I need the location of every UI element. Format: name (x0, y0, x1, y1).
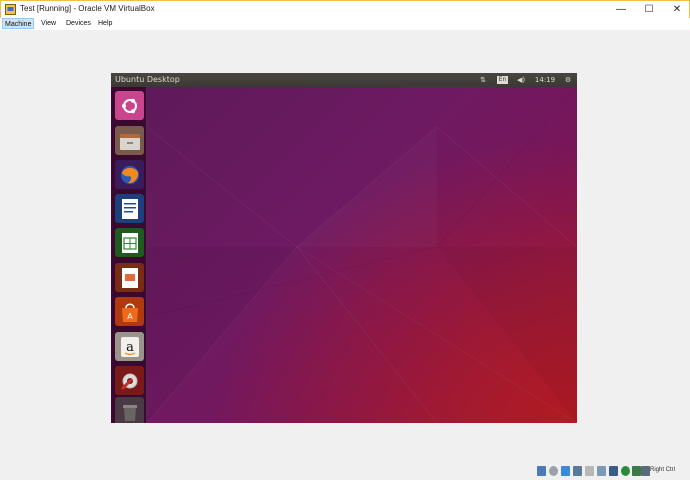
audio-icon[interactable] (561, 466, 570, 476)
optical-drive-icon[interactable] (549, 466, 558, 476)
network-indicator-icon[interactable]: ⇅ (477, 75, 489, 85)
files-icon (119, 133, 140, 150)
system-settings-launcher[interactable] (115, 366, 144, 395)
unity-launcher: A a (111, 87, 147, 423)
keyboard-indicator[interactable]: En (497, 76, 508, 84)
software-center-launcher[interactable]: A (115, 297, 144, 326)
display-icon[interactable] (609, 466, 618, 476)
calc-icon (121, 232, 138, 253)
panel-title: Ubuntu Desktop (115, 75, 180, 84)
svg-text:A: A (127, 312, 133, 321)
trash-icon (122, 404, 137, 421)
wallpaper-pattern (147, 87, 577, 423)
window-titlebar: Test [Running] - Oracle VM VirtualBox — … (0, 0, 690, 18)
ubuntu-logo-icon (121, 98, 137, 113)
desktop-wallpaper (147, 87, 577, 423)
system-settings-icon (120, 373, 137, 390)
mouse-integration-icon[interactable] (641, 466, 650, 476)
window-title: Test [Running] - Oracle VM VirtualBox (20, 4, 155, 13)
writer-icon (121, 198, 138, 219)
impress-icon (121, 267, 138, 288)
host-key-label: Right Ctrl (650, 467, 676, 473)
amazon-icon: a (120, 336, 139, 357)
impress-launcher[interactable] (115, 263, 144, 292)
menu-bar: Machine View Devices Help (0, 18, 690, 30)
session-menu-icon[interactable]: ⚙ (562, 75, 574, 85)
guest-screen[interactable]: Ubuntu Desktop ⇅ En ◀) 14:19 ⚙ A a (111, 73, 577, 423)
amazon-launcher[interactable]: a (115, 332, 144, 361)
clock[interactable]: 14:19 (533, 75, 557, 85)
files-launcher[interactable] (115, 126, 144, 155)
trash-launcher[interactable] (115, 397, 144, 423)
hard-disk-icon[interactable] (537, 466, 546, 476)
maximize-button[interactable]: ☐ (635, 1, 663, 18)
software-center-icon: A (121, 303, 138, 322)
status-bar: Right Ctrl (0, 462, 690, 480)
minimize-button[interactable]: — (607, 1, 635, 18)
firefox-icon (120, 165, 139, 184)
virtualbox-icon (5, 4, 16, 15)
menu-view[interactable]: View (39, 18, 58, 29)
menu-machine[interactable]: Machine (2, 18, 35, 29)
menu-help[interactable]: Help (96, 18, 114, 29)
usb-icon[interactable] (585, 466, 594, 476)
shared-folder-icon[interactable] (597, 466, 606, 476)
ubuntu-top-panel: Ubuntu Desktop ⇅ En ◀) 14:19 ⚙ (111, 73, 577, 87)
firefox-launcher[interactable] (115, 160, 144, 189)
dash-home-button[interactable] (115, 91, 144, 120)
writer-launcher[interactable] (115, 194, 144, 223)
close-button[interactable]: ✕ (663, 1, 690, 18)
menu-devices[interactable]: Devices (64, 18, 93, 29)
calc-launcher[interactable] (115, 228, 144, 257)
sound-indicator-icon[interactable]: ◀) (514, 75, 528, 85)
video-capture-icon[interactable] (621, 466, 630, 476)
cpu-icon[interactable] (632, 466, 641, 476)
network-icon[interactable] (573, 466, 582, 476)
svg-text:a: a (126, 340, 134, 355)
